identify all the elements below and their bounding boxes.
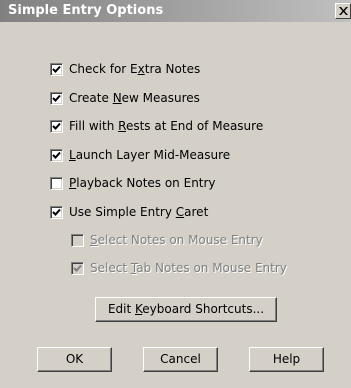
label-create-new-measures: Create New Measures [69,91,200,105]
checkbox-fill-with-rests[interactable] [50,120,63,133]
label-use-simple-entry-caret: Use Simple Entry Caret [69,205,209,219]
checkbox-launch-layer-mid-measure[interactable] [50,149,63,162]
checkbox-create-new-measures[interactable] [50,92,63,105]
cancel-button[interactable]: Cancel [143,347,218,372]
ok-button[interactable]: OK [37,347,112,372]
close-icon [339,7,348,15]
help-button[interactable]: Help [249,347,324,372]
label-fill-with-rests: Fill with Rests at End of Measure [69,119,264,133]
simple-entry-options-dialog: Simple Entry Options Check for Extra Not… [0,0,351,388]
close-button[interactable] [335,3,351,19]
checkbox-select-notes-mouse-entry [71,234,84,247]
checkmark-icon [52,208,61,216]
label-check-extra-notes: Check for Extra Notes [69,62,201,76]
checkbox-select-tab-notes-mouse-entry [71,262,84,275]
label-launch-layer-mid-measure: Launch Layer Mid-Measure [69,148,231,162]
checkbox-use-simple-entry-caret[interactable] [50,206,63,219]
label-select-tab-notes-mouse-entry: Select Tab Notes on Mouse Entry [90,261,287,275]
checkbox-check-extra-notes[interactable] [50,63,63,76]
label-select-notes-mouse-entry: Select Notes on Mouse Entry [90,233,263,247]
checkmark-icon [52,65,61,73]
checkmark-icon [73,264,82,272]
checkbox-playback-notes[interactable] [50,177,63,190]
edit-keyboard-shortcuts-button[interactable]: Edit Keyboard Shortcuts... [95,297,277,322]
checkmark-icon [52,94,61,102]
label-playback-notes: Playback Notes on Entry [69,176,216,190]
checkmark-icon [52,122,61,130]
title-bar[interactable]: Simple Entry Options [0,0,351,22]
dialog-title: Simple Entry Options [8,3,164,18]
checkmark-icon [52,151,61,159]
